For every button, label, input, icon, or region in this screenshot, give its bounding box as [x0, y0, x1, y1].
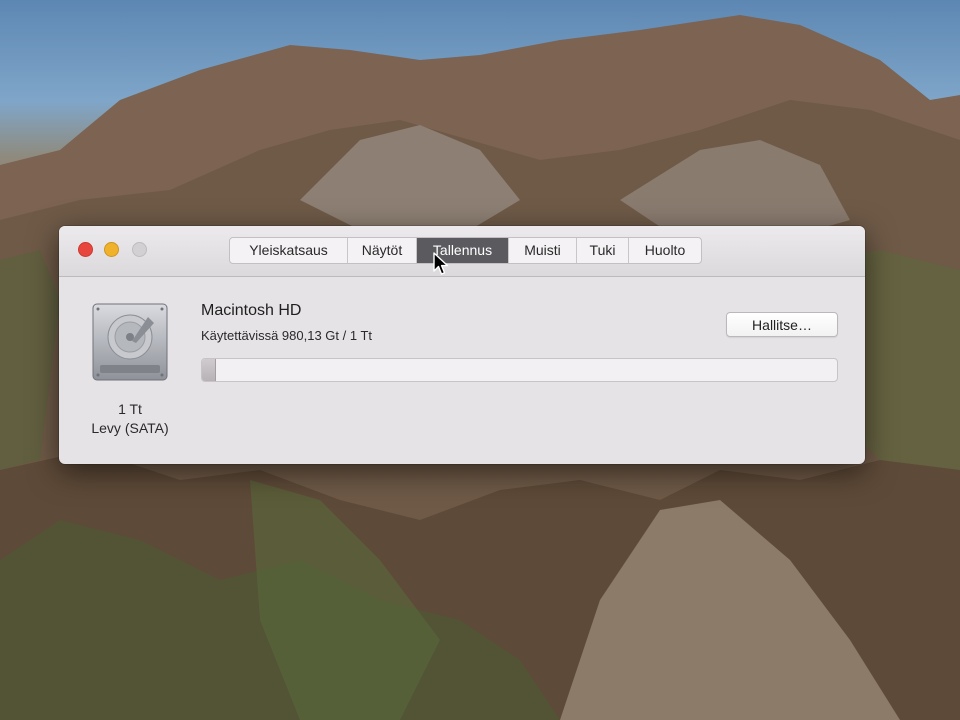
close-button[interactable] — [78, 242, 93, 257]
disk-type: Levy (SATA) — [91, 420, 169, 436]
manage-button[interactable]: Hallitse… — [726, 312, 838, 337]
tab-service[interactable]: Huolto — [629, 238, 701, 263]
storage-panel: 1 Tt Levy (SATA) Macintosh HD Käytettävi… — [59, 277, 865, 464]
disk-capacity: 1 Tt — [118, 401, 142, 417]
tab-bar: Yleiskatsaus Näytöt Tallennus Muisti Tuk… — [229, 237, 702, 264]
storage-usage-fill — [202, 359, 216, 381]
tab-support[interactable]: Tuki — [577, 238, 629, 263]
minimize-button[interactable] — [104, 242, 119, 257]
window-titlebar: Yleiskatsaus Näytöt Tallennus Muisti Tuk… — [59, 226, 865, 277]
mouse-pointer-icon — [433, 252, 449, 275]
tab-storage[interactable]: Tallennus — [417, 238, 509, 263]
tab-displays[interactable]: Näytöt — [348, 238, 417, 263]
storage-usage-bar — [201, 358, 838, 382]
disk-available-space: Käytettävissä 980,13 Gt / 1 Tt — [201, 328, 373, 343]
tab-memory[interactable]: Muisti — [509, 238, 577, 263]
disk-name: Macintosh HD — [201, 302, 302, 319]
zoom-button — [132, 242, 147, 257]
tab-overview[interactable]: Yleiskatsaus — [230, 238, 348, 263]
about-this-mac-window: Yleiskatsaus Näytöt Tallennus Muisti Tuk… — [59, 226, 865, 464]
hard-disk-icon — [92, 303, 168, 381]
